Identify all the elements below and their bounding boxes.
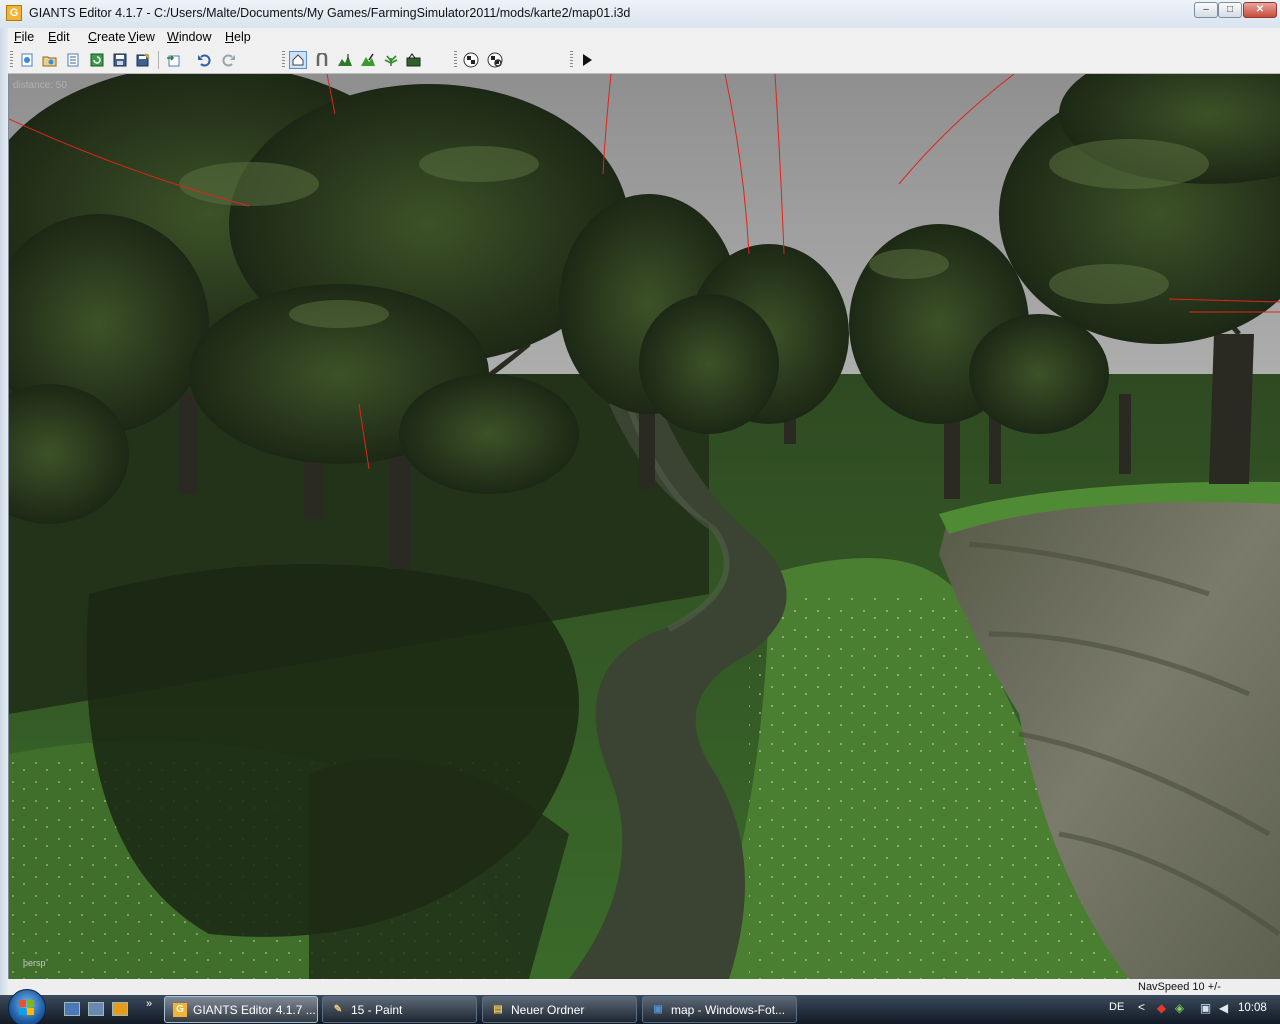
app-icon: G [6,5,22,21]
window-title: GIANTS Editor 4.1.7 - C:/Users/Malte/Doc… [29,6,631,20]
title-bar[interactable]: G GIANTS Editor 4.1.7 - C:/Users/Malte/D… [0,0,1280,29]
menu-create[interactable]: Create [88,30,126,44]
import-icon[interactable] [164,51,182,69]
status-bar: NavSpeed 10 +/- [8,979,1280,995]
toolbar-grip[interactable] [454,51,457,69]
select-tool-icon[interactable] [289,51,307,69]
menu-help[interactable]: Help [225,30,251,44]
close-button[interactable]: ✕ [1243,2,1277,18]
toolbar [8,48,1280,74]
network-status-tray-icon[interactable]: ◈ [1172,1001,1187,1016]
toolbar-grip[interactable] [282,51,285,69]
maximize-icon: □ [1226,4,1234,15]
task-label: map - Windows-Fot... [671,1003,786,1017]
terrain-paint-icon[interactable] [359,51,377,69]
menu-window[interactable]: Window [167,30,211,44]
giants-app-icon: G [173,1003,187,1017]
show-hidden-icons-icon[interactable]: < [1138,1000,1145,1014]
redo-icon[interactable] [220,51,238,69]
close-icon: ✕ [1255,4,1265,15]
media-player-icon[interactable] [112,1002,128,1016]
windows-logo-icon [19,1000,35,1016]
toolbar-separator [158,51,159,69]
terrain-detail-icon[interactable] [405,51,423,69]
menu-edit[interactable]: Edit [48,30,70,44]
foliage-paint-icon[interactable] [382,51,400,69]
task-label: Neuer Ordner [511,1003,585,1017]
terrain-sculpt-icon[interactable] [336,51,354,69]
network-tray-icon[interactable]: ▣ [1198,1001,1213,1016]
checker-render-icon[interactable] [462,51,480,69]
scene-render [9,74,1280,979]
open-scene-icon[interactable] [41,51,59,69]
task-giants-editor[interactable]: G GIANTS Editor 4.1.7 ... [164,996,318,1023]
3d-viewport[interactable]: distance: 50 persp [8,74,1280,979]
toolbar-grip[interactable] [10,51,13,69]
maximize-button[interactable]: □ [1218,2,1242,18]
antivirus-tray-icon[interactable]: ◆ [1154,1001,1169,1016]
navspeed-label: NavSpeed 10 +/- [1138,981,1221,993]
task-paint[interactable]: ✎ 15 - Paint [322,996,477,1023]
taskbar: » G GIANTS Editor 4.1.7 ... ✎ 15 - Paint… [0,989,1280,1024]
language-indicator[interactable]: DE [1109,1001,1124,1013]
start-button[interactable] [8,989,46,1024]
volume-icon[interactable]: ◀ [1216,1001,1231,1016]
quicklaunch-more-icon[interactable]: » [146,998,152,1010]
show-desktop-icon[interactable] [64,1002,80,1016]
app-icon-letter: G [9,7,19,19]
folder-icon: ▤ [493,1004,503,1015]
window-frame [0,28,8,995]
clock[interactable]: 10:08 [1238,1002,1267,1014]
task-label: GIANTS Editor 4.1.7 ... [193,1003,316,1017]
undo-icon[interactable] [195,51,213,69]
paint-app-icon: ✎ [333,1004,343,1015]
toolbar-grip[interactable] [570,51,573,69]
menu-view[interactable]: View [128,30,155,44]
menu-bar: File Edit Create View Window Help [8,28,1280,49]
save-icon[interactable] [111,51,129,69]
list-icon[interactable] [64,51,82,69]
play-icon[interactable] [578,51,596,69]
minimize-icon: – [1203,4,1209,15]
checker-target-icon[interactable] [486,51,504,69]
task-photo-viewer[interactable]: ▣ map - Windows-Fot... [642,996,797,1023]
save-as-icon[interactable] [134,51,152,69]
viewport-distance-label: distance: 50 [13,80,67,91]
task-folder[interactable]: ▤ Neuer Ordner [482,996,637,1023]
move-tool-icon[interactable] [313,51,331,69]
switch-windows-icon[interactable] [88,1002,104,1016]
viewport-camera-label: persp [23,958,46,968]
menu-file[interactable]: File [14,30,34,44]
minimize-button[interactable]: – [1194,2,1218,18]
refresh-icon[interactable] [88,51,106,69]
photo-viewer-icon: ▣ [653,1004,663,1015]
task-label: 15 - Paint [351,1003,403,1017]
new-scene-icon[interactable] [18,51,36,69]
